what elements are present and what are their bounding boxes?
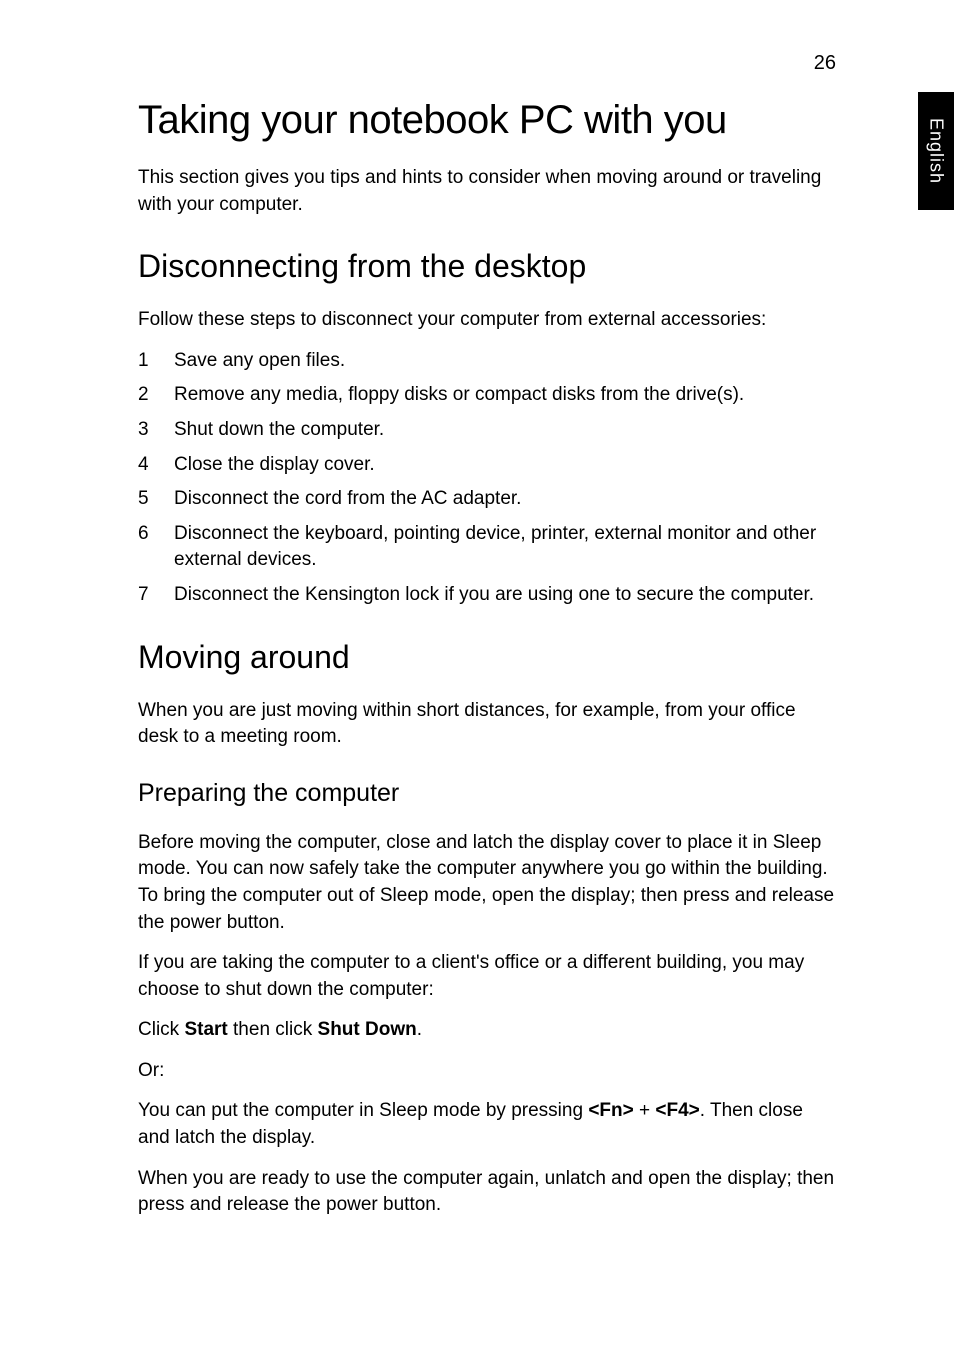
bold-text: <Fn> xyxy=(588,1100,633,1121)
bold-text: Start xyxy=(184,1019,227,1040)
page-number: 26 xyxy=(814,52,836,75)
steps-list: 1 Save any open files. 2 Remove any medi… xyxy=(138,348,838,609)
list-item: 7 Disconnect the Kensington lock if you … xyxy=(138,582,838,609)
body-paragraph: Click Start then click Shut Down. xyxy=(138,1017,838,1044)
step-number: 7 xyxy=(138,582,174,609)
list-item: 5 Disconnect the cord from the AC adapte… xyxy=(138,486,838,513)
list-item: 1 Save any open files. xyxy=(138,348,838,375)
step-text: Remove any media, floppy disks or compac… xyxy=(174,382,838,409)
body-paragraph: You can put the computer in Sleep mode b… xyxy=(138,1098,838,1151)
text-run: You can put the computer in Sleep mode b… xyxy=(138,1100,588,1121)
section-heading-disconnecting: Disconnecting from the desktop xyxy=(138,248,838,285)
page-content: Taking your notebook PC with you This se… xyxy=(138,98,838,1233)
list-item: 3 Shut down the computer. xyxy=(138,417,838,444)
step-number: 1 xyxy=(138,348,174,375)
page-title: Taking your notebook PC with you xyxy=(138,98,838,143)
body-paragraph: When you are ready to use the computer a… xyxy=(138,1166,838,1219)
body-paragraph: Or: xyxy=(138,1058,838,1085)
bold-text: Shut Down xyxy=(318,1019,417,1040)
step-number: 4 xyxy=(138,452,174,479)
step-text: Disconnect the Kensington lock if you ar… xyxy=(174,582,838,609)
list-item: 2 Remove any media, floppy disks or comp… xyxy=(138,382,838,409)
language-tab: English xyxy=(918,92,954,210)
text-run: + xyxy=(634,1100,656,1121)
step-text: Disconnect the keyboard, pointing device… xyxy=(174,521,838,574)
text-run: . xyxy=(417,1019,422,1040)
text-run: Click xyxy=(138,1019,184,1040)
step-number: 5 xyxy=(138,486,174,513)
section-lead: When you are just moving within short di… xyxy=(138,698,838,751)
text-run: then click xyxy=(228,1019,318,1040)
list-item: 6 Disconnect the keyboard, pointing devi… xyxy=(138,521,838,574)
section-heading-moving: Moving around xyxy=(138,639,838,676)
step-number: 3 xyxy=(138,417,174,444)
intro-paragraph: This section gives you tips and hints to… xyxy=(138,165,838,218)
step-number: 6 xyxy=(138,521,174,574)
step-text: Close the display cover. xyxy=(174,452,838,479)
step-text: Save any open files. xyxy=(174,348,838,375)
subsection-heading-preparing: Preparing the computer xyxy=(138,779,838,808)
body-paragraph: Before moving the computer, close and la… xyxy=(138,830,838,936)
list-item: 4 Close the display cover. xyxy=(138,452,838,479)
step-number: 2 xyxy=(138,382,174,409)
step-text: Shut down the computer. xyxy=(174,417,838,444)
section-lead: Follow these steps to disconnect your co… xyxy=(138,307,838,334)
step-text: Disconnect the cord from the AC adapter. xyxy=(174,486,838,513)
body-paragraph: If you are taking the computer to a clie… xyxy=(138,950,838,1003)
bold-text: <F4> xyxy=(655,1100,699,1121)
